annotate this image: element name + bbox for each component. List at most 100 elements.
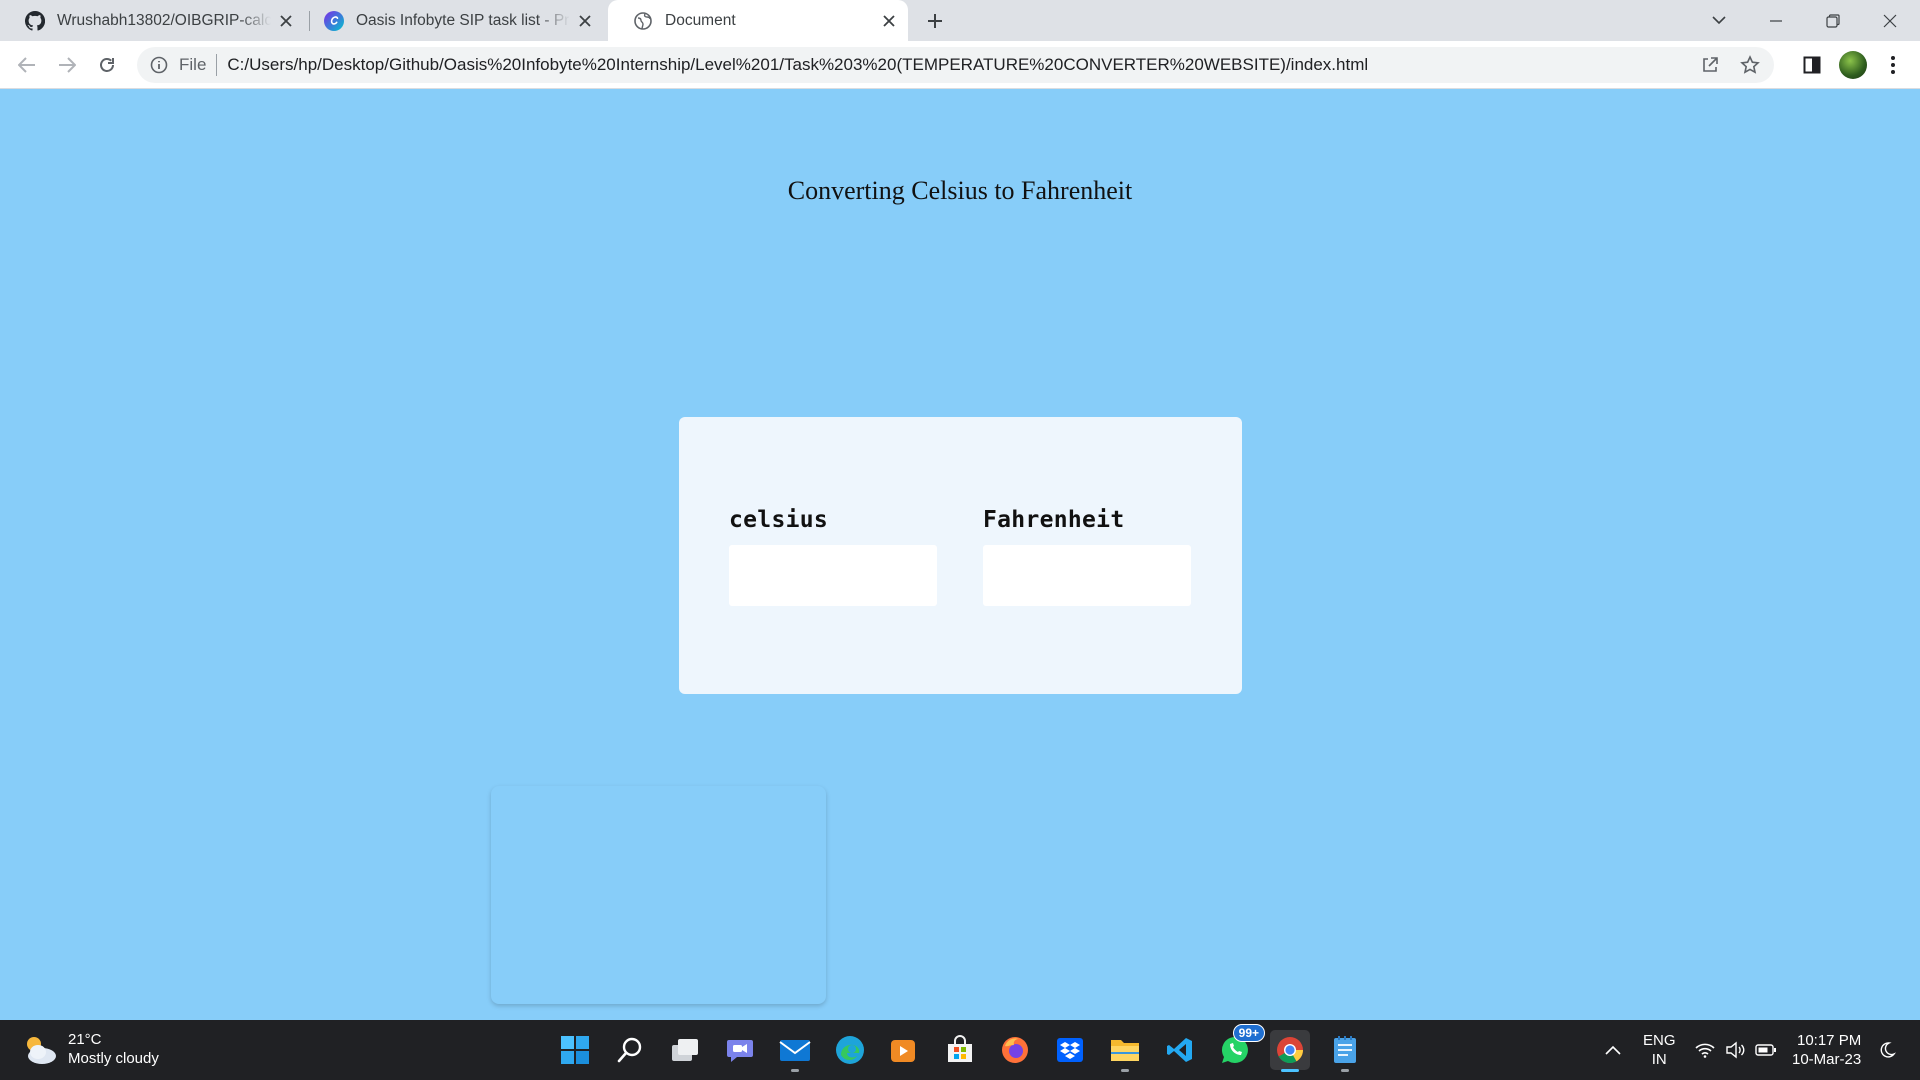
- notifications-button[interactable]: [1878, 1020, 1896, 1080]
- fahrenheit-label: Fahrenheit: [983, 507, 1125, 533]
- github-icon: [25, 10, 45, 31]
- whatsapp-button[interactable]: 99+: [1215, 1024, 1265, 1070]
- microsoft-store-button[interactable]: [940, 1030, 980, 1070]
- language-indicator[interactable]: ENG IN: [1643, 1020, 1676, 1080]
- windows-taskbar: 21°C Mostly cloudy 99+ ENG IN 10:17 PM 1…: [0, 1020, 1920, 1080]
- show-hidden-icons-button[interactable]: [1605, 1020, 1621, 1080]
- tab-title: Document: [665, 11, 736, 29]
- chrome-icon: [1277, 1037, 1304, 1064]
- mail-button[interactable]: [775, 1030, 815, 1072]
- media-player-button[interactable]: [883, 1030, 923, 1070]
- running-indicator: [1341, 1069, 1349, 1072]
- volume-icon: [1726, 1041, 1745, 1059]
- minimize-icon: [1770, 19, 1782, 22]
- vscode-icon: [1167, 1038, 1192, 1062]
- tab-title: Wrushabh13802/OIBGRIP-calculator: [57, 11, 271, 29]
- dropbox-icon: [1057, 1038, 1083, 1062]
- more-vert-icon: [1891, 56, 1895, 74]
- vscode-button[interactable]: [1160, 1030, 1200, 1070]
- tab-search-button[interactable]: [1691, 0, 1747, 41]
- running-indicator: [791, 1069, 799, 1072]
- do-not-disturb-icon: [1880, 1042, 1896, 1058]
- start-button[interactable]: [555, 1030, 595, 1070]
- address-separator: [216, 54, 218, 76]
- plus-icon: [928, 14, 942, 28]
- converter-card: celsius Fahrenheit: [679, 417, 1242, 694]
- file-explorer-icon: [1111, 1040, 1139, 1061]
- bookmark-button[interactable]: [1734, 49, 1766, 81]
- weather-widget[interactable]: 21°C Mostly cloudy: [22, 1030, 159, 1068]
- close-icon: [1883, 14, 1897, 27]
- forward-button[interactable]: [50, 48, 84, 82]
- task-view-button[interactable]: [665, 1030, 705, 1070]
- close-window-button[interactable]: [1862, 0, 1918, 41]
- language-code: ENG: [1643, 1032, 1676, 1049]
- firefox-button[interactable]: [995, 1030, 1035, 1070]
- battery-icon: [1755, 1044, 1776, 1056]
- fahrenheit-input[interactable]: [983, 545, 1191, 606]
- site-scheme-label: File: [179, 55, 207, 74]
- tab-close-button[interactable]: [271, 6, 301, 36]
- side-panel-button[interactable]: [1795, 48, 1829, 82]
- arrow-left-icon: [18, 57, 35, 73]
- globe-icon: [634, 11, 652, 30]
- celsius-label: celsius: [729, 507, 829, 533]
- empty-panel: [491, 786, 826, 1004]
- share-button[interactable]: [1694, 49, 1726, 81]
- tab-close-button[interactable]: [874, 6, 904, 36]
- chrome-button[interactable]: [1270, 1030, 1310, 1072]
- close-icon: [579, 14, 591, 27]
- teams-chat-icon: [727, 1040, 753, 1062]
- browser-toolbar: File C:/Users/hp/Desktop/Github/Oasis%20…: [0, 41, 1920, 89]
- close-icon: [280, 14, 292, 27]
- partly-cloudy-icon: [22, 1032, 58, 1066]
- chrome-menu-button[interactable]: [1876, 48, 1910, 82]
- clock-time: 10:17 PM: [1796, 1032, 1862, 1049]
- mail-icon: [779, 1040, 811, 1061]
- new-tab-button[interactable]: [920, 6, 950, 36]
- chevron-up-icon: [1605, 1045, 1621, 1055]
- firefox-icon: [1002, 1037, 1028, 1063]
- profile-avatar[interactable]: [1839, 51, 1867, 79]
- wifi-icon: [1695, 1043, 1715, 1058]
- share-icon: [1703, 57, 1718, 72]
- tab-canva[interactable]: Oasis Infobyte SIP task list - Presentat…: [299, 0, 604, 41]
- reload-button[interactable]: [90, 48, 124, 82]
- close-icon: [883, 14, 895, 27]
- side-panel-icon: [1803, 56, 1821, 74]
- weather-condition: Mostly cloudy: [68, 1050, 159, 1067]
- celsius-input[interactable]: [729, 545, 937, 606]
- notification-badge: 99+: [1232, 1024, 1265, 1042]
- address-bar[interactable]: File C:/Users/hp/Desktop/Github/Oasis%20…: [137, 47, 1774, 83]
- tab-document[interactable]: Document: [608, 0, 908, 41]
- tab-close-button[interactable]: [570, 6, 600, 36]
- clock[interactable]: 10:17 PM 10-Mar-23: [1792, 1020, 1861, 1080]
- minimize-button[interactable]: [1748, 0, 1804, 41]
- file-explorer-button[interactable]: [1105, 1030, 1145, 1072]
- info-icon[interactable]: [149, 55, 169, 75]
- dropbox-button[interactable]: [1050, 1030, 1090, 1070]
- weather-temperature: 21°C: [68, 1031, 102, 1048]
- edge-button[interactable]: [830, 1030, 870, 1070]
- notepad-icon: [1334, 1036, 1356, 1063]
- back-button[interactable]: [10, 48, 44, 82]
- media-player-icon: [891, 1040, 915, 1062]
- teams-chat-button[interactable]: [720, 1030, 760, 1070]
- clock-date: 10-Mar-23: [1792, 1051, 1862, 1068]
- notepad-button[interactable]: [1325, 1030, 1365, 1072]
- address-url[interactable]: C:/Users/hp/Desktop/Github/Oasis%20Infob…: [227, 55, 1368, 75]
- tab-github[interactable]: Wrushabh13802/OIBGRIP-calculator: [0, 0, 305, 41]
- search-icon: [617, 1037, 642, 1063]
- arrow-right-icon: [59, 57, 76, 73]
- language-region: IN: [1651, 1051, 1667, 1068]
- running-indicator: [1281, 1069, 1299, 1072]
- taskbar-search-button[interactable]: [610, 1030, 650, 1070]
- tab-title: Oasis Infobyte SIP task list - Presentat…: [356, 11, 570, 29]
- quick-settings-button[interactable]: [1695, 1020, 1777, 1080]
- browser-tab-strip: Wrushabh13802/OIBGRIP-calculator Oasis I…: [0, 0, 1920, 41]
- restore-button[interactable]: [1805, 0, 1861, 41]
- page-title: Converting Celsius to Fahrenheit: [787, 176, 1133, 205]
- windows-start-icon: [561, 1036, 589, 1064]
- task-view-icon: [672, 1039, 698, 1061]
- edge-icon: [836, 1036, 864, 1064]
